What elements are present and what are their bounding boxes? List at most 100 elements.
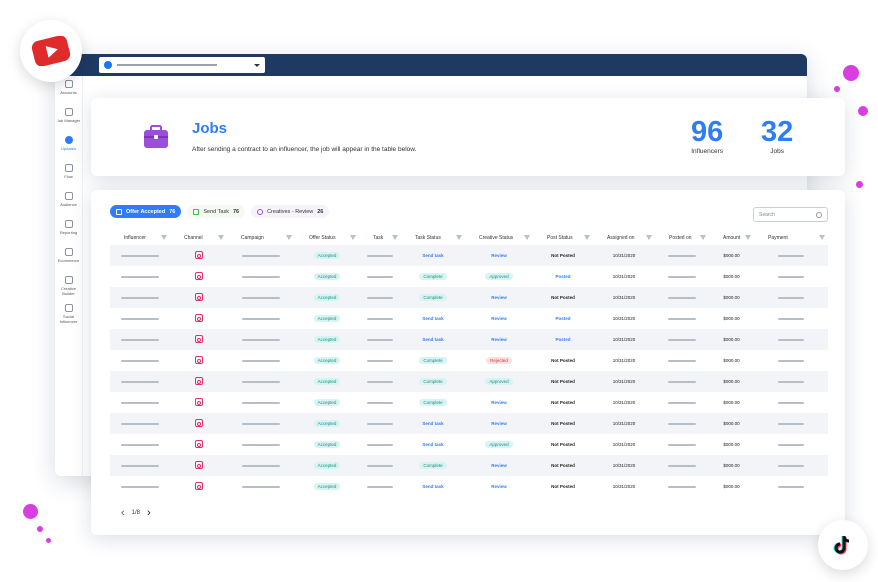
tab-send-task[interactable]: Send Task 76 xyxy=(187,205,246,218)
sidebar-item[interactable]: Updates xyxy=(55,136,82,160)
sidebar-item[interactable]: Job Manager xyxy=(55,108,82,132)
campaign-cell xyxy=(227,455,295,476)
campaign-placeholder xyxy=(242,360,280,362)
column-header[interactable]: Task xyxy=(359,231,401,245)
column-header[interactable]: Assigned on xyxy=(593,231,655,245)
send-task-link[interactable]: Send task xyxy=(422,337,443,342)
column-header[interactable]: Payment xyxy=(754,231,828,245)
table-row[interactable]: Accepted Send task Review Not Posted 10/31/2… xyxy=(110,476,828,497)
filter-icon[interactable] xyxy=(584,235,590,240)
creative-status-badge: Approved xyxy=(485,378,513,385)
influencer-cell xyxy=(110,287,170,308)
campaign-placeholder xyxy=(242,444,280,446)
column-header[interactable]: Offer Status xyxy=(295,231,359,245)
filter-icon[interactable] xyxy=(646,235,652,240)
filter-icon[interactable] xyxy=(745,235,751,240)
send-task-link[interactable]: Send task xyxy=(422,442,443,447)
campaign-placeholder xyxy=(242,486,280,488)
table-row[interactable]: Accepted Complete Approved Not Posted 10/31/… xyxy=(110,371,828,392)
table-row[interactable]: Accepted Send task Review Not Posted 10/31/2… xyxy=(110,245,828,266)
send-task-link[interactable]: Send task xyxy=(422,421,443,426)
task-status-cell: Send task xyxy=(401,308,465,329)
assigned-date: 10/31/2020 xyxy=(612,316,636,321)
task-cell xyxy=(359,245,401,266)
table-row[interactable]: Accepted Complete Review Not Posted 10/31/20… xyxy=(110,287,828,308)
review-link[interactable]: Review xyxy=(491,400,507,405)
filter-icon[interactable] xyxy=(524,235,530,240)
offer-status-cell: Accepted xyxy=(295,266,359,287)
task-cell xyxy=(359,287,401,308)
sidebar-item[interactable]: Accounts xyxy=(55,80,82,104)
review-link[interactable]: Review xyxy=(491,421,507,426)
filter-icon[interactable] xyxy=(700,235,706,240)
task-placeholder xyxy=(367,339,393,341)
amount-cell: $000.00 xyxy=(709,476,754,497)
instagram-icon xyxy=(194,251,203,259)
assigned-date: 10/31/2020 xyxy=(612,421,636,426)
posted-on-placeholder xyxy=(668,402,696,404)
send-task-link[interactable]: Send task xyxy=(422,484,443,489)
table-row[interactable]: Accepted Complete Review Not Posted 10/31/20… xyxy=(110,392,828,413)
instagram-icon xyxy=(194,356,203,364)
campaign-cell xyxy=(227,413,295,434)
sidebar-item[interactable]: Creative Builder xyxy=(55,276,82,300)
review-link[interactable]: Review xyxy=(491,337,507,342)
review-link[interactable]: Review xyxy=(491,316,507,321)
table-row[interactable]: Accepted Complete Rejected Not Posted 10/31/… xyxy=(110,350,828,371)
review-link[interactable]: Review xyxy=(491,295,507,300)
sidebar-item[interactable]: Social Influencer xyxy=(55,304,82,328)
column-header[interactable]: Channel xyxy=(170,231,227,245)
review-link[interactable]: Review xyxy=(491,484,507,489)
account-selector[interactable] xyxy=(99,57,265,73)
task-cell xyxy=(359,266,401,287)
chevron-left-icon[interactable]: ‹ xyxy=(121,508,125,519)
sidebar-item[interactable]: Reporting xyxy=(55,220,82,244)
tab-creatives-review[interactable]: Creatives - Review 26 xyxy=(251,205,330,218)
assigned-on-cell: 10/31/2020 xyxy=(593,392,655,413)
review-link[interactable]: Review xyxy=(491,463,507,468)
stat-influencers: 96 Influencers xyxy=(691,116,723,155)
filter-icon[interactable] xyxy=(286,235,292,240)
amount-value: $000.00 xyxy=(723,274,740,279)
pagination: ‹ 1/8 › xyxy=(121,508,151,519)
filter-icon[interactable] xyxy=(350,235,356,240)
column-header[interactable]: Campaign xyxy=(227,231,295,245)
channel-cell xyxy=(170,350,227,371)
review-link[interactable]: Review xyxy=(491,253,507,258)
table-row[interactable]: Accepted Complete Review Not Posted 10/31/20… xyxy=(110,455,828,476)
sidebar-item[interactable]: Audience xyxy=(55,192,82,216)
send-task-link[interactable]: Send task xyxy=(422,253,443,258)
filter-icon[interactable] xyxy=(819,235,825,240)
tab-offer-accepted[interactable]: Offer Accepted 76 xyxy=(110,205,182,218)
table-row[interactable]: Accepted Complete Approved Posted 10/31/2020… xyxy=(110,266,828,287)
column-header[interactable]: Amount xyxy=(709,231,754,245)
filter-icon[interactable] xyxy=(161,235,167,240)
task-status-badge: Complete xyxy=(419,273,447,280)
table-row[interactable]: Accepted Send task Review Posted 10/31/2020 $… xyxy=(110,308,828,329)
column-header[interactable]: Posted on xyxy=(655,231,709,245)
table-row[interactable]: Accepted Send task Approved Not Posted 10/31… xyxy=(110,434,828,455)
column-header-label: Influencer xyxy=(124,235,146,241)
column-header[interactable]: Creative Status xyxy=(465,231,533,245)
column-header[interactable]: Post Status xyxy=(533,231,593,245)
column-header[interactable]: Task Status xyxy=(401,231,465,245)
jobs-table: Influencer Channel Campaign Offer Status Tas… xyxy=(110,231,828,497)
column-header[interactable]: Influencer xyxy=(110,231,170,245)
sidebar-item[interactable]: Ecommerce xyxy=(55,248,82,272)
search-input[interactable]: Search xyxy=(753,207,828,222)
table-row[interactable]: Accepted Send task Review Not Posted 10/31/2… xyxy=(110,413,828,434)
send-task-link[interactable]: Send task xyxy=(422,316,443,321)
chevron-right-icon[interactable]: › xyxy=(147,508,151,519)
post-status-cell: Posted xyxy=(533,266,593,287)
sidebar-item[interactable]: Flow xyxy=(55,164,82,188)
filter-icon[interactable] xyxy=(218,235,224,240)
filter-icon[interactable] xyxy=(456,235,462,240)
posted-on-cell xyxy=(655,455,709,476)
table-row[interactable]: Accepted Send task Review Posted 10/31/2020 $… xyxy=(110,329,828,350)
youtube-badge xyxy=(20,20,82,82)
posted-on-cell xyxy=(655,413,709,434)
campaign-cell xyxy=(227,266,295,287)
assigned-on-cell: 10/31/2020 xyxy=(593,413,655,434)
posted-on-cell xyxy=(655,245,709,266)
filter-icon[interactable] xyxy=(392,235,398,240)
